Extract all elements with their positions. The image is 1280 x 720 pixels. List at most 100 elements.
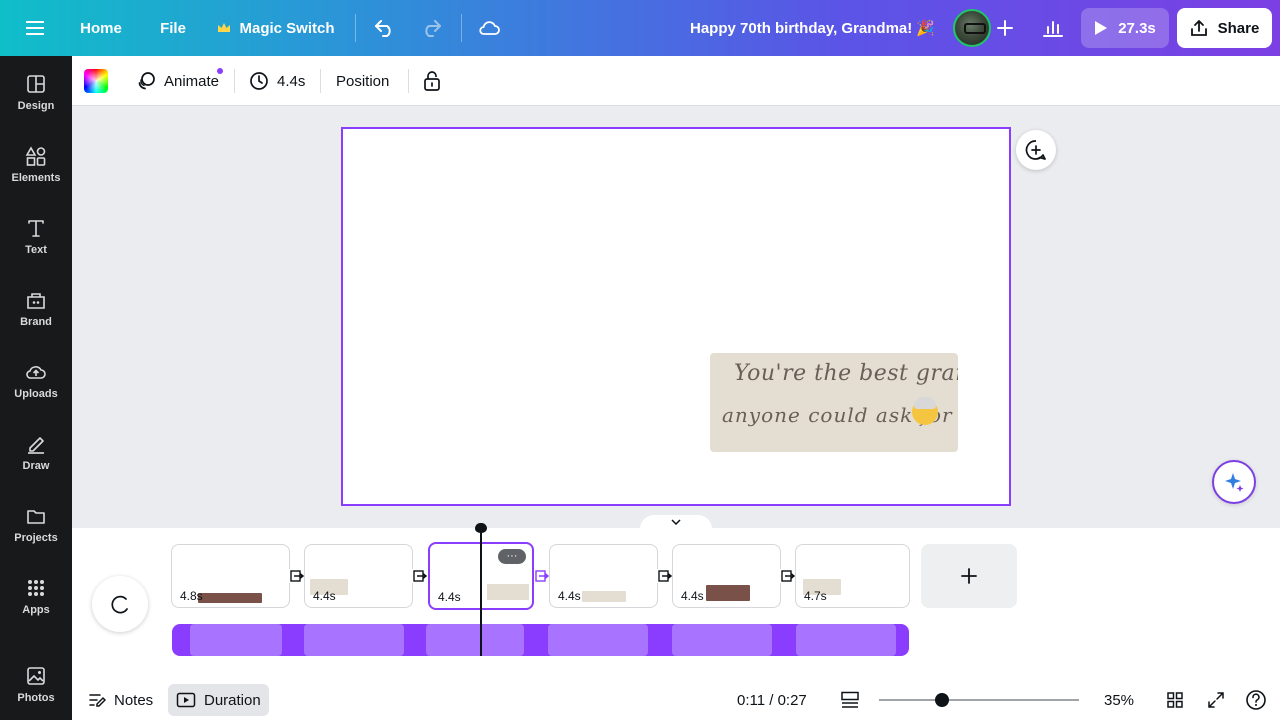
sidebar-item-uploads[interactable]: Uploads: [0, 348, 72, 412]
sidebar-item-brand[interactable]: Brand: [0, 276, 72, 340]
scene-duration: 4.4s: [438, 590, 461, 604]
insights-button[interactable]: [1034, 0, 1072, 56]
menu-button[interactable]: [14, 0, 58, 56]
top-bar: Home File Magic Switch Happy 70th birthd…: [0, 0, 1280, 56]
animate-button[interactable]: Animate: [136, 56, 219, 106]
avatar[interactable]: [953, 9, 991, 47]
add-comment-button[interactable]: [1016, 130, 1056, 170]
sidebar-item-label: Elements: [11, 171, 61, 184]
transition-button[interactable]: [412, 569, 428, 583]
draw-icon: [28, 436, 44, 454]
page-view-button[interactable]: [840, 684, 860, 716]
scene-thumbnail-6[interactable]: 4.7s: [795, 544, 910, 608]
sidebar-item-draw[interactable]: Draw: [0, 420, 72, 484]
hamburger-icon: [26, 21, 44, 35]
sidebar-item-label: Brand: [20, 315, 52, 328]
lock-button[interactable]: [423, 56, 441, 106]
home-button[interactable]: Home: [72, 0, 130, 56]
scene-thumbnail-5[interactable]: 4.4s: [672, 544, 781, 608]
crown-icon: [218, 23, 231, 32]
share-button[interactable]: Share: [1177, 8, 1272, 48]
share-icon: [1190, 20, 1207, 36]
scene-preview: [706, 585, 750, 601]
transition-button[interactable]: [289, 569, 305, 583]
time-readout: 0:11 / 0:27: [737, 691, 807, 709]
spinner-icon: [111, 595, 128, 614]
sidebar-item-apps[interactable]: Apps: [0, 564, 72, 628]
help-button[interactable]: [1245, 684, 1267, 716]
sidebar-item-label: Text: [25, 243, 47, 256]
sidebar-item-text[interactable]: Text: [0, 204, 72, 268]
text-icon: [28, 219, 44, 237]
cloud-save-button[interactable]: [472, 0, 506, 56]
audio-waveform: [190, 624, 282, 656]
sidebar-item-label: Design: [17, 99, 55, 112]
zoom-slider-handle[interactable]: [935, 693, 949, 707]
scene-duration: 4.4s: [558, 589, 581, 603]
scene-preview: [487, 584, 529, 600]
magic-assistant-button[interactable]: [1212, 460, 1256, 504]
notes-button[interactable]: Notes: [88, 684, 153, 716]
text-element[interactable]: You're the best grandma anyone could ask…: [710, 353, 958, 452]
sidebar-item-projects[interactable]: Projects: [0, 492, 72, 556]
cloud-icon: [479, 21, 500, 35]
layout-icon: [841, 691, 859, 708]
file-button[interactable]: File: [150, 0, 196, 56]
plus-icon: [961, 568, 977, 584]
redo-button[interactable]: [414, 0, 448, 56]
scene-duration: 4.4s: [313, 589, 336, 603]
sidebar-item-label: Draw: [22, 459, 50, 472]
scene-duration: 4.4s: [681, 589, 704, 603]
redo-icon: [425, 20, 441, 37]
scene-more-options-button[interactable]: ···: [498, 549, 526, 564]
photos-icon: [27, 666, 45, 685]
sidebar-item-photos[interactable]: Photos: [0, 652, 72, 716]
collapse-timeline-button[interactable]: [640, 515, 712, 529]
fullscreen-button[interactable]: [1207, 684, 1225, 716]
duration-button[interactable]: 4.4s: [249, 56, 305, 106]
grid-view-button[interactable]: [1166, 684, 1184, 716]
zoom-level[interactable]: 35%: [1104, 684, 1134, 716]
duration-view-button[interactable]: Duration: [168, 684, 269, 716]
notes-icon: [89, 694, 106, 707]
transition-icon: [290, 570, 304, 582]
comment-icon: [1025, 140, 1046, 160]
transition-button[interactable]: [780, 569, 796, 583]
lock-icon: [424, 71, 440, 91]
color-picker-button[interactable]: [84, 69, 108, 93]
sidebar-item-label: Photos: [17, 691, 55, 704]
transition-button[interactable]: [657, 569, 673, 583]
invite-button[interactable]: [993, 0, 1017, 56]
scene-thumbnail-1[interactable]: 4.8s: [171, 544, 290, 608]
help-icon: [1246, 690, 1266, 710]
scene-thumbnail-2[interactable]: 4.4s: [304, 544, 413, 608]
sidebar-item-label: Projects: [14, 531, 58, 544]
sidebar-item-label: Apps: [22, 603, 50, 616]
undo-button[interactable]: [368, 0, 402, 56]
zoom-slider-track[interactable]: [879, 699, 1079, 701]
elements-icon: [25, 145, 46, 166]
transition-icon: [658, 570, 672, 582]
sidebar-item-elements[interactable]: Elements: [0, 132, 72, 196]
magic-switch-label: Magic Switch: [239, 19, 335, 37]
divider: [408, 69, 409, 93]
design-title[interactable]: Happy 70th birthday, Grandma! 🎉: [690, 0, 935, 56]
add-scene-button[interactable]: [921, 544, 1017, 608]
transition-button[interactable]: [534, 569, 550, 583]
sidebar-item-design[interactable]: Design: [0, 60, 72, 124]
play-button[interactable]: 27.3s: [1081, 8, 1169, 48]
position-button[interactable]: Position: [336, 56, 389, 106]
playhead-handle[interactable]: [475, 523, 487, 533]
audio-waveform: [304, 624, 404, 656]
design-icon: [27, 74, 45, 93]
sidebar: Design Elements Text Brand Uploads Draw …: [0, 56, 72, 720]
text-line: You're the best grandma: [734, 361, 958, 386]
magic-switch-button[interactable]: Magic Switch: [214, 0, 338, 56]
scene-thumbnail-4[interactable]: 4.4s: [549, 544, 658, 608]
audio-track[interactable]: [172, 624, 909, 656]
divider: [320, 69, 321, 93]
playhead[interactable]: [480, 528, 482, 656]
clock-icon: [250, 72, 268, 90]
grandma-emoji-icon: [912, 397, 938, 425]
animate-label: Animate: [164, 72, 220, 90]
